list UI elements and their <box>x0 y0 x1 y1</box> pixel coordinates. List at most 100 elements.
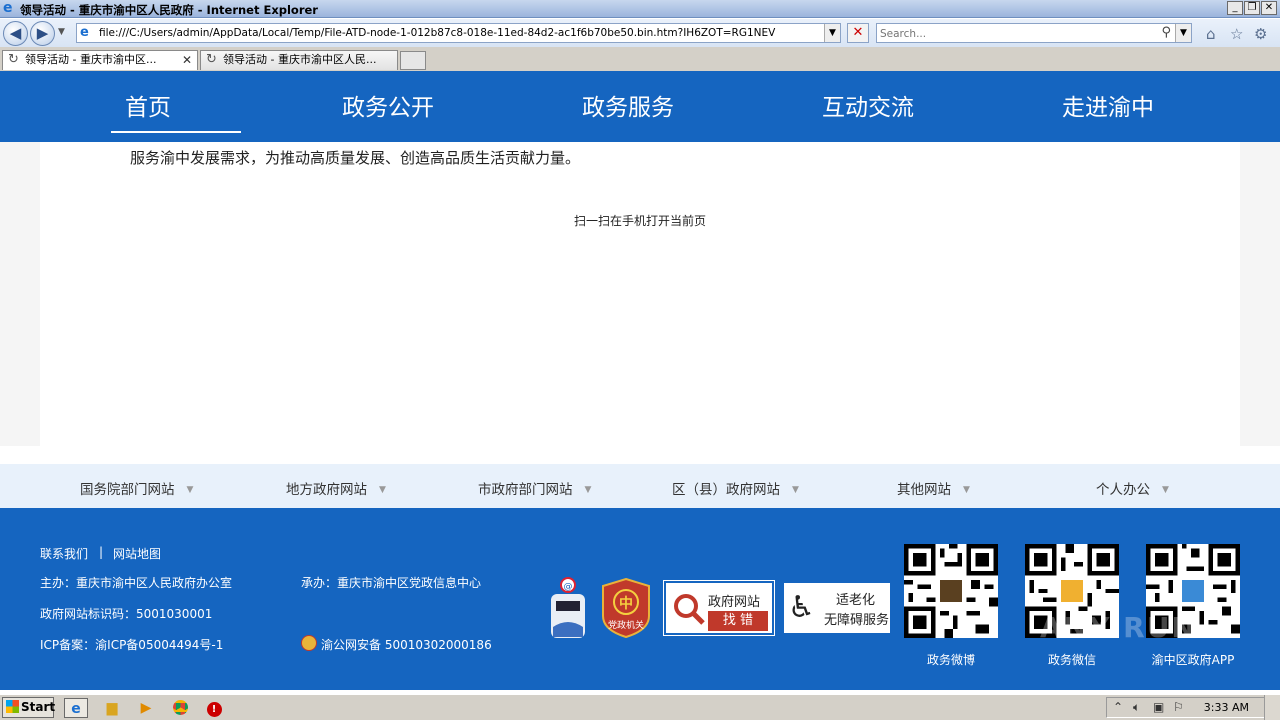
close-button[interactable]: ✕ <box>1261 1 1277 15</box>
chevron-down-icon: ▼ <box>584 485 592 495</box>
nav-gov-services[interactable]: 政务服务 <box>508 93 748 123</box>
history-dropdown-icon[interactable]: ▼ <box>58 27 65 37</box>
window-titlebar: e 领导活动 - 重庆市渝中区人民政府 - Internet Explorer … <box>0 0 1280 18</box>
host-info: 主办：重庆市渝中区人民政府办公室 <box>40 576 233 590</box>
ie-logo-icon: e <box>3 0 13 16</box>
favorites-icon[interactable]: ☆ <box>1230 25 1243 43</box>
tray-expand-icon[interactable]: ⌃ <box>1113 700 1123 714</box>
address-field[interactable]: e file:///C:/Users/admin/AppData/Local/T… <box>76 23 841 43</box>
search-box[interactable]: ⚲ ▼ <box>876 23 1192 43</box>
loading-icon: ↻ <box>8 52 19 67</box>
windows-logo-icon <box>6 700 19 713</box>
folder-icon: ▆ <box>106 700 118 716</box>
taskbar-media-player[interactable]: ▶ <box>134 698 158 718</box>
show-desktop-button[interactable] <box>1264 695 1280 720</box>
undertake-info: 承办：重庆市渝中区党政信息中心 <box>301 576 482 590</box>
nav-interaction[interactable]: 互动交流 <box>748 93 988 123</box>
search-icon[interactable]: ⚲ <box>1161 25 1171 40</box>
chevron-down-icon: ▼ <box>963 485 970 495</box>
links-city-departments[interactable]: 市政府部门网站 ▼ <box>478 478 591 498</box>
app-label: 渝中区政府APP <box>1151 653 1235 667</box>
links-state-council[interactable]: 国务院部门网站 ▼ <box>80 478 193 498</box>
taskbar-ie[interactable]: e <box>64 698 88 718</box>
loading-icon: ↻ <box>206 52 217 67</box>
accessibility-title: 适老化 <box>836 593 876 608</box>
tab-strip: ↻ 领导活动 - 重庆市渝中区... ✕ ↻ 领导活动 - 重庆市渝中区人民..… <box>0 47 1280 71</box>
start-button[interactable]: Start <box>2 697 55 718</box>
address-toolbar: ◀ ▶ ▼ e file:///C:/Users/admin/AppData/L… <box>0 19 1280 47</box>
taskbar-antivirus[interactable]: ! <box>202 698 226 718</box>
error-badge-title: 政府网站 <box>708 595 761 610</box>
site-nav: 首页 政务公开 政务服务 互动交流 走进渝中 <box>0 71 1280 142</box>
weibo-qr-code <box>904 544 998 638</box>
chevron-down-icon: ▼ <box>1162 485 1169 495</box>
page-icon: e <box>80 25 89 40</box>
restore-button[interactable]: ❐ <box>1244 1 1260 15</box>
magnifier-icon <box>674 594 705 625</box>
accessibility-badge[interactable]: ♿ 适老化 无障碍服务 <box>784 583 890 633</box>
nav-gov-affairs-open[interactable]: 政务公开 <box>268 93 508 123</box>
window-title: 领导活动 - 重庆市渝中区人民政府 - Internet Explorer <box>20 3 318 17</box>
ie-icon: e <box>71 701 81 717</box>
error-badge-action: 找 错 <box>708 611 768 631</box>
network-icon[interactable]: ▣ <box>1153 700 1164 714</box>
taskbar: Start e ▆ ▶ ! ⌃ 🔈︎ ▣ ⚐ 3:33 AM <box>0 694 1280 720</box>
accessibility-subtitle: 无障碍服务 <box>824 613 890 628</box>
tab-1[interactable]: ↻ 领导活动 - 重庆市渝中区... ✕ <box>2 50 198 70</box>
stop-sign-icon: ! <box>206 702 222 717</box>
related-links-bar: 国务院部门网站 ▼ 地方政府网站 ▼ 市政府部门网站 ▼ 区（县）政府网站 ▼ 其他网站… <box>0 464 1280 508</box>
chrome-icon <box>172 700 188 715</box>
party-gov-badge[interactable]: 中 党政机关 <box>601 577 651 639</box>
links-district-county[interactable]: 区（县）政府网站 ▼ <box>672 478 799 498</box>
stop-button[interactable]: ✕ <box>847 23 869 43</box>
system-tray: ⌃ 🔈︎ ▣ ⚐ 3:33 AM <box>1106 697 1278 718</box>
tab-2[interactable]: ↻ 领导活动 - 重庆市渝中区人民... <box>200 50 398 70</box>
site-footer: 联系我们 | 网站地图 主办：重庆市渝中区人民政府办公室 承办：重庆市渝中区党政… <box>0 508 1280 690</box>
wechat-label: 政务微信 <box>1047 653 1096 667</box>
wheelchair-icon: ♿ <box>788 590 815 625</box>
article-paragraph: 服务渝中发展需求，为推动高质量发展、创造高品质生活贡献力量。 <box>130 149 581 167</box>
police-mascot-badge[interactable]: @ <box>547 577 589 641</box>
taskbar-chrome[interactable] <box>168 698 192 718</box>
action-center-flag-icon[interactable]: ⚐ <box>1173 700 1184 714</box>
gear-icon[interactable]: ⚙ <box>1254 25 1267 43</box>
back-button[interactable]: ◀ <box>3 21 28 46</box>
taskbar-explorer[interactable]: ▆ <box>100 698 124 718</box>
icp-link[interactable]: ICP备案：渝ICP备05004494号-1 <box>40 636 223 653</box>
new-tab-button[interactable] <box>400 51 426 70</box>
gov-site-error-report-badge[interactable]: 政府网站 找 错 <box>663 580 775 636</box>
sitemap-link[interactable]: 网站地图 <box>113 545 161 562</box>
site-id: 政府网站标识码：5001030001 <box>40 607 213 621</box>
forward-button[interactable]: ▶ <box>30 21 55 46</box>
svg-text:党政机关: 党政机关 <box>608 619 644 631</box>
links-local-gov[interactable]: 地方政府网站 ▼ <box>286 478 386 498</box>
tab-label: 领导活动 - 重庆市渝中区人民... <box>223 53 377 66</box>
media-player-icon: ▶ <box>140 700 152 716</box>
contact-link[interactable]: 联系我们 <box>40 545 88 562</box>
nav-home[interactable]: 首页 <box>28 93 268 133</box>
anyrun-watermark: ANY RUN <box>1040 611 1197 644</box>
close-tab-icon[interactable]: ✕ <box>182 51 192 69</box>
tab-label: 领导活动 - 重庆市渝中区... <box>25 53 157 66</box>
links-personal-office[interactable]: 个人办公 ▼ <box>1096 478 1169 498</box>
chevron-down-icon: ▼ <box>792 485 799 495</box>
chevron-down-icon: ▼ <box>186 485 194 495</box>
search-input[interactable] <box>880 26 1150 41</box>
address-dropdown-icon[interactable]: ▼ <box>824 24 840 42</box>
minimize-button[interactable]: _ <box>1227 1 1243 15</box>
main-content: 服务渝中发展需求，为推动高质量发展、创造高品质生活贡献力量。 扫一扫在手机打开当… <box>40 142 1240 446</box>
police-record-link[interactable]: 渝公网安备 50010302000186 <box>301 635 492 653</box>
svg-text:@: @ <box>564 582 573 592</box>
clock[interactable]: 3:33 AM <box>1204 701 1249 714</box>
nav-about-yuzhong[interactable]: 走进渝中 <box>988 93 1228 123</box>
search-dropdown-icon[interactable]: ▼ <box>1175 24 1191 42</box>
window-controls: _ ❐ ✕ <box>1227 1 1277 15</box>
weibo-label: 政务微博 <box>926 653 975 667</box>
volume-icon[interactable]: 🔈︎ <box>1133 700 1140 715</box>
links-other-sites[interactable]: 其他网站 ▼ <box>897 478 970 498</box>
police-emblem-icon <box>301 635 317 651</box>
link-separator: | <box>99 545 104 559</box>
address-url[interactable]: file:///C:/Users/admin/AppData/Local/Tem… <box>99 27 775 39</box>
chevron-down-icon: ▼ <box>379 485 386 495</box>
home-icon[interactable]: ⌂ <box>1206 25 1216 43</box>
